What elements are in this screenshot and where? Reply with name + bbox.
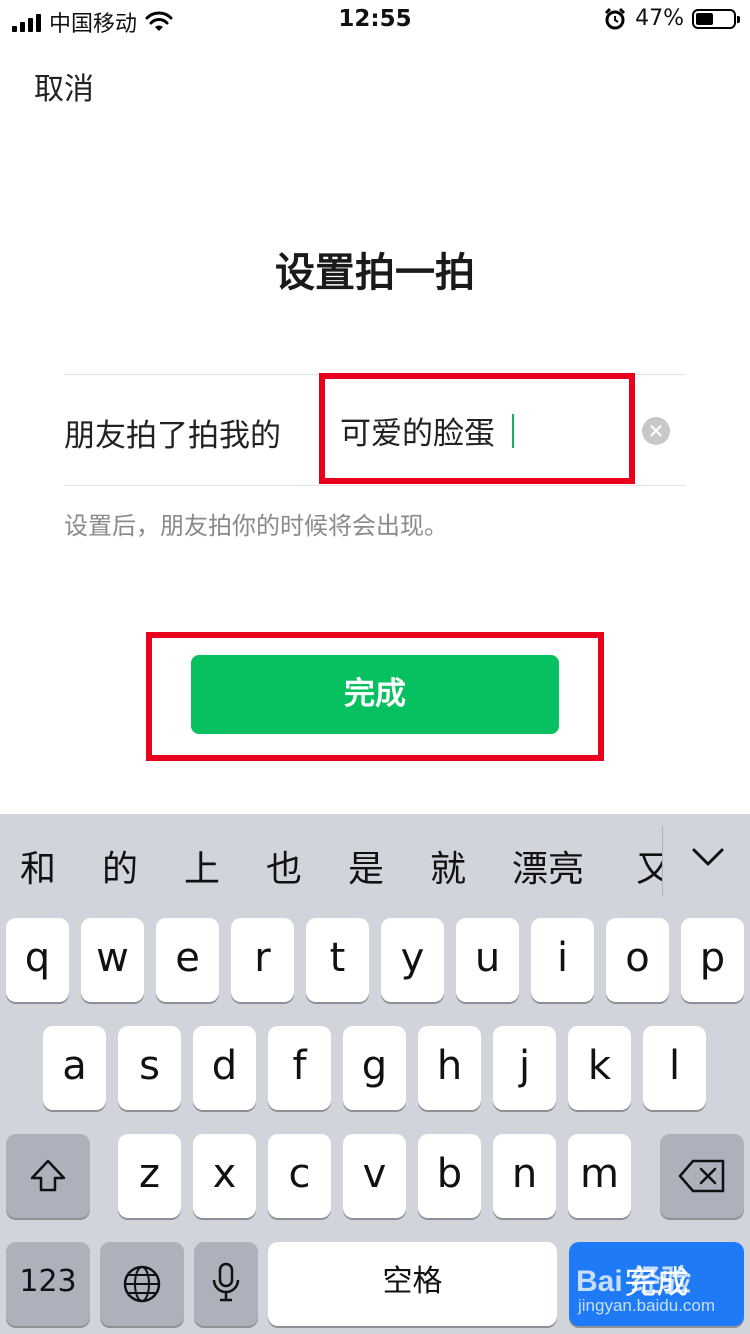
- key-m[interactable]: m: [568, 1134, 631, 1218]
- key-s[interactable]: s: [118, 1026, 181, 1110]
- key-c[interactable]: c: [268, 1134, 331, 1218]
- candidate-word[interactable]: 就: [430, 840, 466, 892]
- highlight-input-box: [319, 373, 635, 484]
- numbers-key[interactable]: 123: [6, 1242, 90, 1326]
- key-f[interactable]: f: [268, 1026, 331, 1110]
- key-e[interactable]: e: [156, 918, 219, 1002]
- candidate-word[interactable]: 和: [20, 840, 56, 892]
- status-right: 47%: [603, 6, 740, 31]
- clear-icon[interactable]: ✕: [642, 417, 670, 445]
- input-prefix-label: 朋友拍了拍我的: [64, 418, 281, 454]
- candidate-word[interactable]: 漂亮: [512, 840, 584, 892]
- cancel-button[interactable]: 取消: [34, 64, 94, 108]
- hint-text: 设置后，朋友拍你的时候将会出现。: [64, 512, 448, 540]
- key-r[interactable]: r: [231, 918, 294, 1002]
- key-u[interactable]: u: [456, 918, 519, 1002]
- key-o[interactable]: o: [606, 918, 669, 1002]
- key-w[interactable]: w: [81, 918, 144, 1002]
- done-button[interactable]: 完成: [191, 655, 559, 734]
- battery-percent: 47%: [635, 6, 684, 31]
- key-d[interactable]: d: [193, 1026, 256, 1110]
- key-q[interactable]: q: [6, 918, 69, 1002]
- chevron-down-icon[interactable]: [688, 838, 728, 878]
- globe-key[interactable]: [100, 1242, 184, 1326]
- candidate-word[interactable]: 也: [266, 840, 302, 892]
- key-g[interactable]: g: [343, 1026, 406, 1110]
- candidate-word[interactable]: 上: [184, 840, 220, 892]
- backspace-icon: [678, 1159, 725, 1193]
- key-n[interactable]: n: [493, 1134, 556, 1218]
- shift-key[interactable]: [6, 1134, 90, 1218]
- key-v[interactable]: v: [343, 1134, 406, 1218]
- key-y[interactable]: y: [381, 918, 444, 1002]
- return-key[interactable]: 完成: [569, 1242, 744, 1326]
- key-b[interactable]: b: [418, 1134, 481, 1218]
- candidate-word[interactable]: 的: [102, 840, 138, 892]
- key-a[interactable]: a: [43, 1026, 106, 1110]
- key-x[interactable]: x: [193, 1134, 256, 1218]
- space-key[interactable]: 空格: [268, 1242, 557, 1326]
- backspace-key[interactable]: [660, 1134, 744, 1218]
- divider-bottom: [64, 485, 686, 486]
- candidate-bar: 和 的 上 也 是 就 漂亮 又: [0, 814, 750, 904]
- key-j[interactable]: j: [493, 1026, 556, 1110]
- candidate-separator: [662, 826, 663, 896]
- battery-icon: [692, 8, 740, 29]
- candidate-word[interactable]: 是: [348, 840, 384, 892]
- key-l[interactable]: l: [643, 1026, 706, 1110]
- alarm-icon: [605, 7, 626, 29]
- shift-icon: [30, 1159, 66, 1192]
- page-title: 设置拍一拍: [275, 250, 475, 296]
- microphone-icon: [212, 1262, 240, 1302]
- key-p[interactable]: p: [681, 918, 744, 1002]
- key-i[interactable]: i: [531, 918, 594, 1002]
- key-h[interactable]: h: [418, 1026, 481, 1110]
- status-bar: 中国移动 12:55 47%: [0, 0, 750, 40]
- key-t[interactable]: t: [306, 918, 369, 1002]
- microphone-key[interactable]: [194, 1242, 258, 1326]
- candidate-word[interactable]: 又: [636, 840, 662, 892]
- key-k[interactable]: k: [568, 1026, 631, 1110]
- key-z[interactable]: z: [118, 1134, 181, 1218]
- globe-icon: [123, 1265, 161, 1303]
